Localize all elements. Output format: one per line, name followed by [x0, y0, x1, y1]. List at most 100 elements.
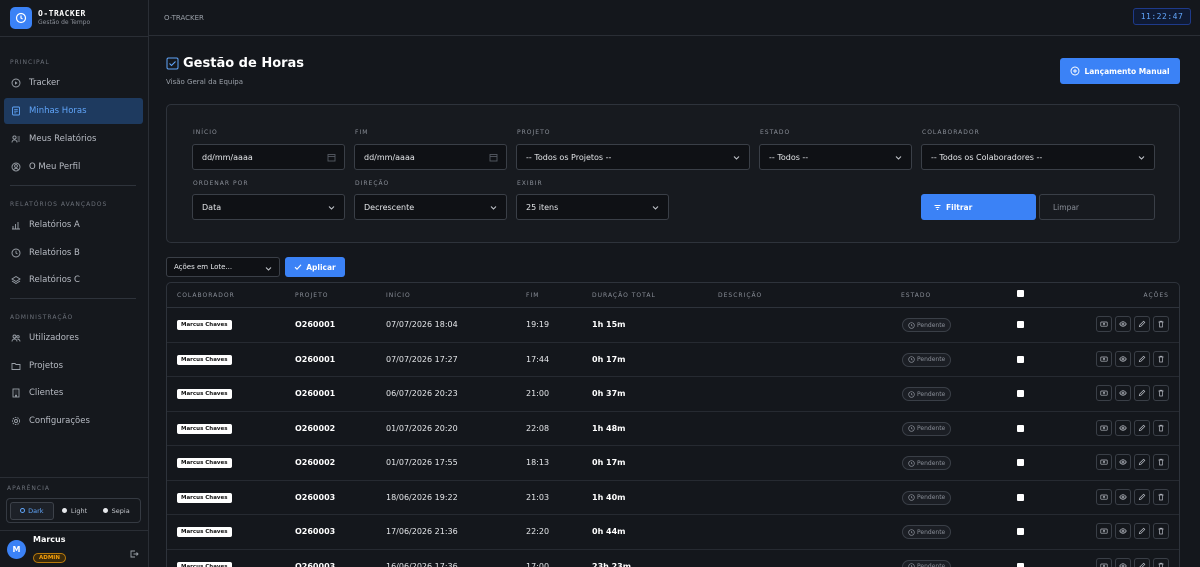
edit-button[interactable]: [1134, 523, 1150, 539]
ticket-icon: [1100, 425, 1108, 431]
th-duracao[interactable]: DURAÇÃO TOTAL: [592, 292, 656, 299]
th-inicio[interactable]: INÍCIO: [386, 292, 411, 299]
view-button[interactable]: [1115, 523, 1131, 539]
row-checkbox[interactable]: [1017, 321, 1024, 328]
th-colaborador[interactable]: COLABORADOR: [177, 292, 235, 299]
status-badge: Pendente: [902, 318, 952, 332]
row-checkbox[interactable]: [1017, 528, 1024, 535]
theme-sepia-button[interactable]: Sepia: [95, 502, 137, 520]
fim-date-input[interactable]: dd/mm/aaaa: [354, 144, 507, 170]
sidebar-item-utilizadores[interactable]: Utilizadores: [4, 325, 143, 351]
breadcrumb[interactable]: O-TRACKER: [164, 14, 204, 22]
theme-dark-button[interactable]: Dark: [10, 501, 54, 520]
view-button[interactable]: [1115, 454, 1131, 470]
sidebar-item-projetos[interactable]: Projetos: [4, 353, 143, 379]
duplicate-button[interactable]: [1096, 557, 1112, 567]
delete-button[interactable]: [1153, 523, 1169, 539]
ticket-icon: [1100, 459, 1108, 465]
sidebar-item-configuracoes[interactable]: Configurações: [4, 408, 143, 434]
duplicate-button[interactable]: [1096, 488, 1112, 505]
delete-button[interactable]: [1153, 557, 1169, 567]
apply-bulk-button[interactable]: Aplicar: [285, 257, 345, 277]
th-descricao[interactable]: DESCRIÇÃO: [718, 292, 762, 299]
delete-button[interactable]: [1153, 454, 1169, 470]
delete-button[interactable]: [1153, 488, 1169, 505]
duplicate-button[interactable]: [1096, 385, 1112, 401]
gear-icon: [11, 416, 21, 426]
project-code: O260003: [295, 561, 336, 567]
bulk-actions-select[interactable]: Ações em Lote...: [166, 257, 280, 277]
status-label: Pendente: [917, 459, 946, 467]
edit-button[interactable]: [1134, 385, 1150, 401]
table-body: Marcus Chaves O260001 07/07/2026 18:04 1…: [167, 308, 1179, 567]
edit-button[interactable]: [1134, 419, 1150, 436]
filter-button[interactable]: Filtrar: [921, 194, 1036, 220]
sidebar-item-minhas-horas[interactable]: Minhas Horas: [4, 98, 143, 124]
view-button[interactable]: [1115, 385, 1131, 401]
colaborador-select[interactable]: -- Todos os Colaboradores --: [921, 144, 1155, 170]
row-checkbox[interactable]: [1017, 355, 1024, 363]
delete-button[interactable]: [1153, 385, 1169, 401]
status-badge: Pendente: [902, 559, 952, 567]
table-row: Marcus Chaves O260002 01/07/2026 17:55 1…: [167, 446, 1179, 481]
row-checkbox[interactable]: [1017, 424, 1024, 432]
direcao-select[interactable]: Decrescente: [354, 194, 507, 220]
clear-button[interactable]: Limpar: [1039, 194, 1155, 220]
start-datetime: 16/06/2026 17:36: [386, 561, 458, 567]
sidebar-item-relatorios-a[interactable]: Relatórios A: [4, 212, 143, 238]
th-projeto[interactable]: PROJETO: [295, 292, 328, 299]
view-button[interactable]: [1115, 488, 1131, 505]
edit-button[interactable]: [1134, 316, 1150, 332]
sidebar-item-relatorios-b[interactable]: Relatórios B: [4, 240, 143, 266]
edit-button[interactable]: [1134, 350, 1150, 367]
logout-icon[interactable]: [129, 544, 139, 563]
eye-icon: [1119, 528, 1127, 534]
projeto-select[interactable]: -- Todos os Projetos --: [516, 144, 750, 170]
th-fim[interactable]: FIM: [526, 292, 539, 299]
view-button[interactable]: [1115, 557, 1131, 567]
duplicate-button[interactable]: [1096, 454, 1112, 470]
select-all-checkbox[interactable]: [1017, 290, 1024, 297]
view-button[interactable]: [1115, 419, 1131, 436]
view-button[interactable]: [1115, 350, 1131, 367]
edit-button[interactable]: [1134, 454, 1150, 470]
row-checkbox[interactable]: [1017, 390, 1024, 397]
delete-button[interactable]: [1153, 419, 1169, 436]
sidebar-item-tracker[interactable]: Tracker: [4, 70, 143, 96]
sidebar-item-label: Minhas Horas: [29, 106, 87, 116]
row-checkbox[interactable]: [1017, 562, 1024, 567]
sidebar-item-meu-perfil[interactable]: O Meu Perfil: [4, 154, 143, 180]
sidebar-item-clientes[interactable]: Clientes: [4, 380, 143, 406]
chevron-down-icon: [895, 156, 902, 160]
table-row: Marcus Chaves O260003 17/06/2026 21:36 2…: [167, 515, 1179, 550]
start-datetime: 01/07/2026 17:55: [386, 458, 458, 467]
calendar-icon: [489, 154, 498, 162]
duplicate-button[interactable]: [1096, 419, 1112, 436]
view-button[interactable]: [1115, 316, 1131, 332]
fim-value: dd/mm/aaaa: [364, 152, 415, 162]
inicio-date-input[interactable]: dd/mm/aaaa: [192, 144, 345, 170]
sidebar-item-meus-relatorios[interactable]: Meus Relatórios: [4, 126, 143, 152]
theme-light-button[interactable]: Light: [54, 502, 96, 520]
delete-button[interactable]: [1153, 316, 1169, 332]
avatar[interactable]: M: [7, 539, 26, 559]
delete-button[interactable]: [1153, 350, 1169, 367]
manual-entry-button[interactable]: Lançamento Manual: [1060, 58, 1180, 84]
th-estado[interactable]: ESTADO: [901, 292, 931, 299]
ordenar-select[interactable]: Data: [192, 194, 345, 220]
edit-button[interactable]: [1134, 488, 1150, 505]
row-checkbox[interactable]: [1017, 493, 1024, 501]
duplicate-button[interactable]: [1096, 350, 1112, 367]
end-time: 22:20: [526, 527, 550, 536]
filter-label-fim: FIM: [355, 129, 369, 136]
sepia-icon: [102, 508, 108, 513]
duplicate-button[interactable]: [1096, 316, 1112, 332]
duplicate-button[interactable]: [1096, 523, 1112, 539]
estado-select[interactable]: -- Todos --: [759, 144, 912, 170]
exibir-select[interactable]: 25 itens: [516, 194, 669, 220]
theme-label: Sepia: [111, 506, 130, 515]
row-checkbox[interactable]: [1017, 459, 1024, 466]
page-title-text: Gestão de Horas: [183, 56, 305, 71]
edit-button[interactable]: [1134, 557, 1150, 567]
sidebar-item-relatorios-c[interactable]: Relatórios C: [4, 267, 143, 293]
